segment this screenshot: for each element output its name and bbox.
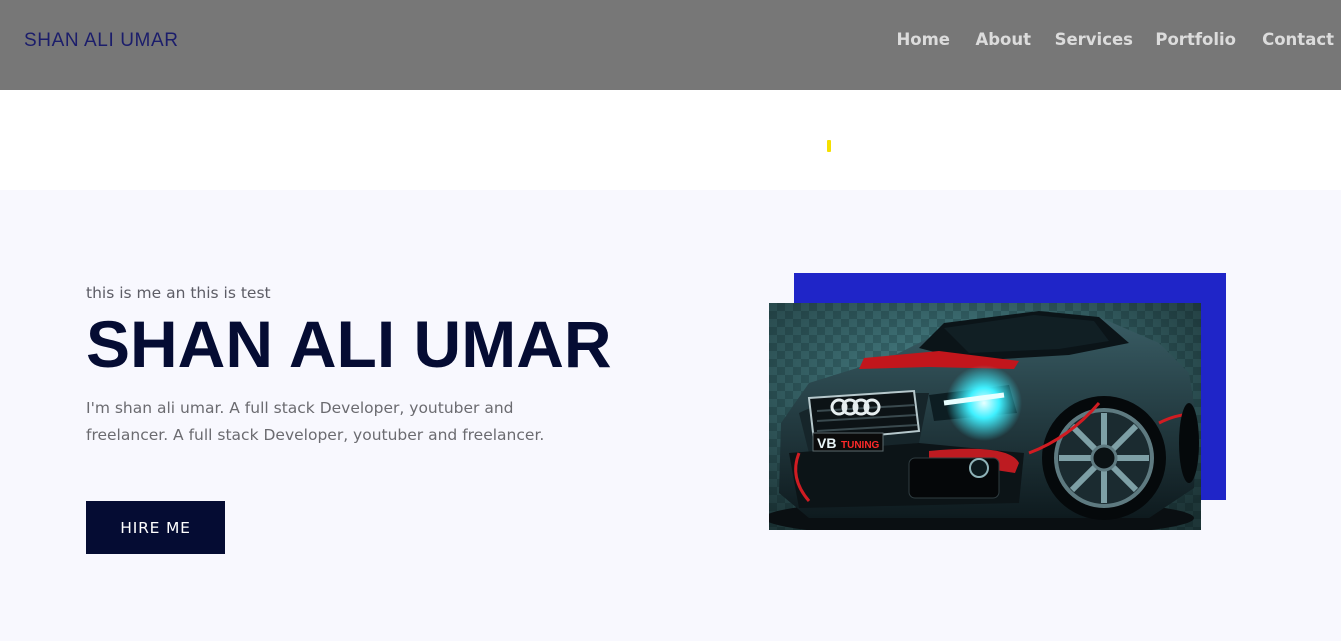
nav-link-home[interactable]: Home xyxy=(896,30,950,49)
brand-logo-text[interactable]: SHAN ALI UMAR xyxy=(24,30,179,52)
nav-link-portfolio[interactable]: Portfolio xyxy=(1155,30,1236,49)
svg-text:TUNING: TUNING xyxy=(841,440,880,451)
preloader-band xyxy=(0,90,1341,190)
loading-indicator xyxy=(827,140,831,152)
hero-eyebrow: this is me an this is test xyxy=(86,284,271,302)
site-header: SHAN ALI UMAR Home About Services Portfo… xyxy=(0,0,1341,90)
hire-me-button[interactable]: HIRE ME xyxy=(86,501,225,554)
svg-text:VB: VB xyxy=(817,435,836,451)
hero-section: this is me an this is test SHAN ALI UMAR… xyxy=(0,190,1341,641)
hero-bio: I'm shan ali umar. A full stack Develope… xyxy=(86,399,545,444)
nav-link-services[interactable]: Services xyxy=(1055,30,1133,49)
hero-title: SHAN ALI UMAR xyxy=(86,307,612,381)
car-illustration: VB TUNING xyxy=(769,303,1201,530)
hero-car-image: VB TUNING xyxy=(769,303,1201,530)
nav-link-about[interactable]: About xyxy=(975,30,1031,49)
nav-link-contact[interactable]: Contact xyxy=(1262,30,1334,49)
